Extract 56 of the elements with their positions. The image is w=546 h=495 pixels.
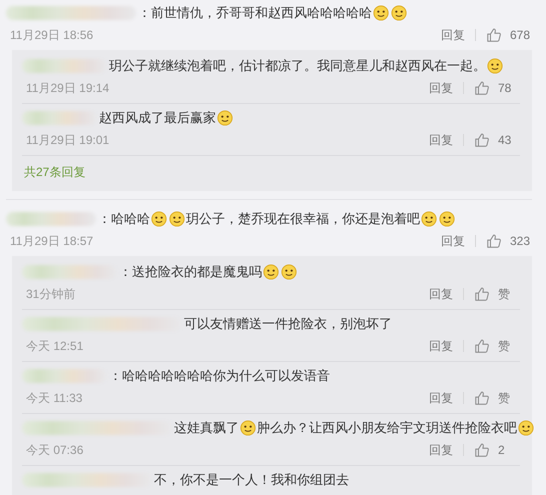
emoji-icon (487, 58, 503, 74)
thumbs-up-icon[interactable] (474, 390, 490, 406)
reply-link[interactable]: 回复 (429, 80, 453, 96)
emoji-icon (391, 5, 407, 21)
timestamp: 11月29日 19:01 (26, 132, 110, 148)
like-count: 678 (510, 28, 532, 42)
reply-text: ：送抢险衣的都是魔鬼吗 (119, 263, 262, 281)
emoji-icon (169, 211, 185, 227)
like-count: 赞 (498, 286, 511, 302)
like-count: 赞 (498, 338, 511, 354)
thumbs-up-icon[interactable] (474, 442, 490, 458)
like-count: 2 (498, 443, 506, 457)
reply-link[interactable]: 回复 (429, 390, 453, 406)
timestamp: 今天 07:36 (26, 442, 84, 458)
timestamp: 今天 11:33 (26, 390, 82, 406)
reply-link[interactable]: 回复 (441, 26, 465, 44)
timestamp: 今天 12:51 (26, 338, 84, 354)
reply-link[interactable]: 回复 (429, 132, 453, 148)
thumbs-up-icon[interactable] (474, 132, 490, 148)
emoji-icon (151, 211, 167, 227)
reply-link[interactable]: 回复 (429, 338, 453, 354)
like-count: 78 (498, 81, 512, 95)
emoji-icon (217, 110, 233, 126)
emoji-icon (281, 264, 297, 280)
reply-link[interactable]: 回复 (441, 232, 465, 250)
reply-text: ：哈哈哈哈哈哈哈你为什么可以发语音 (109, 367, 330, 385)
reply-text: 不，你不是一个人！我和你组团去 (154, 471, 349, 489)
thumbs-up-icon[interactable] (474, 286, 490, 302)
thumbs-up-icon[interactable] (486, 233, 502, 249)
emoji-icon (518, 420, 534, 436)
reply-text: 可以友情赠送一件抢险衣，别泡坏了 (184, 315, 392, 333)
thumbs-up-icon[interactable] (474, 80, 490, 96)
like-count: 323 (510, 234, 532, 248)
thumbs-up-icon[interactable] (486, 27, 502, 43)
thumbs-up-icon[interactable] (474, 338, 490, 354)
reply-text: 赵西风成了最后赢家 (99, 109, 216, 127)
emoji-icon (240, 420, 256, 436)
reply-link[interactable]: 回复 (429, 286, 453, 302)
reply-text: 这娃真飘了 (174, 419, 239, 437)
timestamp: 11月29日 18:57 (10, 232, 94, 250)
timestamp: 11月29日 18:56 (10, 26, 94, 44)
like-count: 赞 (498, 390, 511, 406)
more-replies-link[interactable]: 共27条回复 (22, 156, 520, 187)
reply-link[interactable]: 回复 (429, 442, 453, 458)
reply-text: 玥公子就继续泡着吧，估计都凉了。我同意星儿和赵西风在一起。 (109, 57, 486, 75)
timestamp: 11月29日 19:14 (26, 80, 110, 96)
like-count: 43 (498, 133, 512, 147)
emoji-icon (421, 211, 437, 227)
emoji-icon (439, 211, 455, 227)
comment-text: ：哈哈哈 (98, 210, 150, 228)
reply-text: 肿么办？让西风小朋友给宇文玥送件抢险衣吧 (257, 419, 517, 437)
comment-text: 玥公子，楚乔现在很幸福，你还是泡着吧 (186, 210, 420, 228)
emoji-icon (263, 264, 279, 280)
timestamp: 31分钟前 (26, 286, 76, 302)
emoji-icon (373, 5, 389, 21)
comment-text: ：前世情仇，乔哥哥和赵西风哈哈哈哈哈 (138, 4, 372, 22)
